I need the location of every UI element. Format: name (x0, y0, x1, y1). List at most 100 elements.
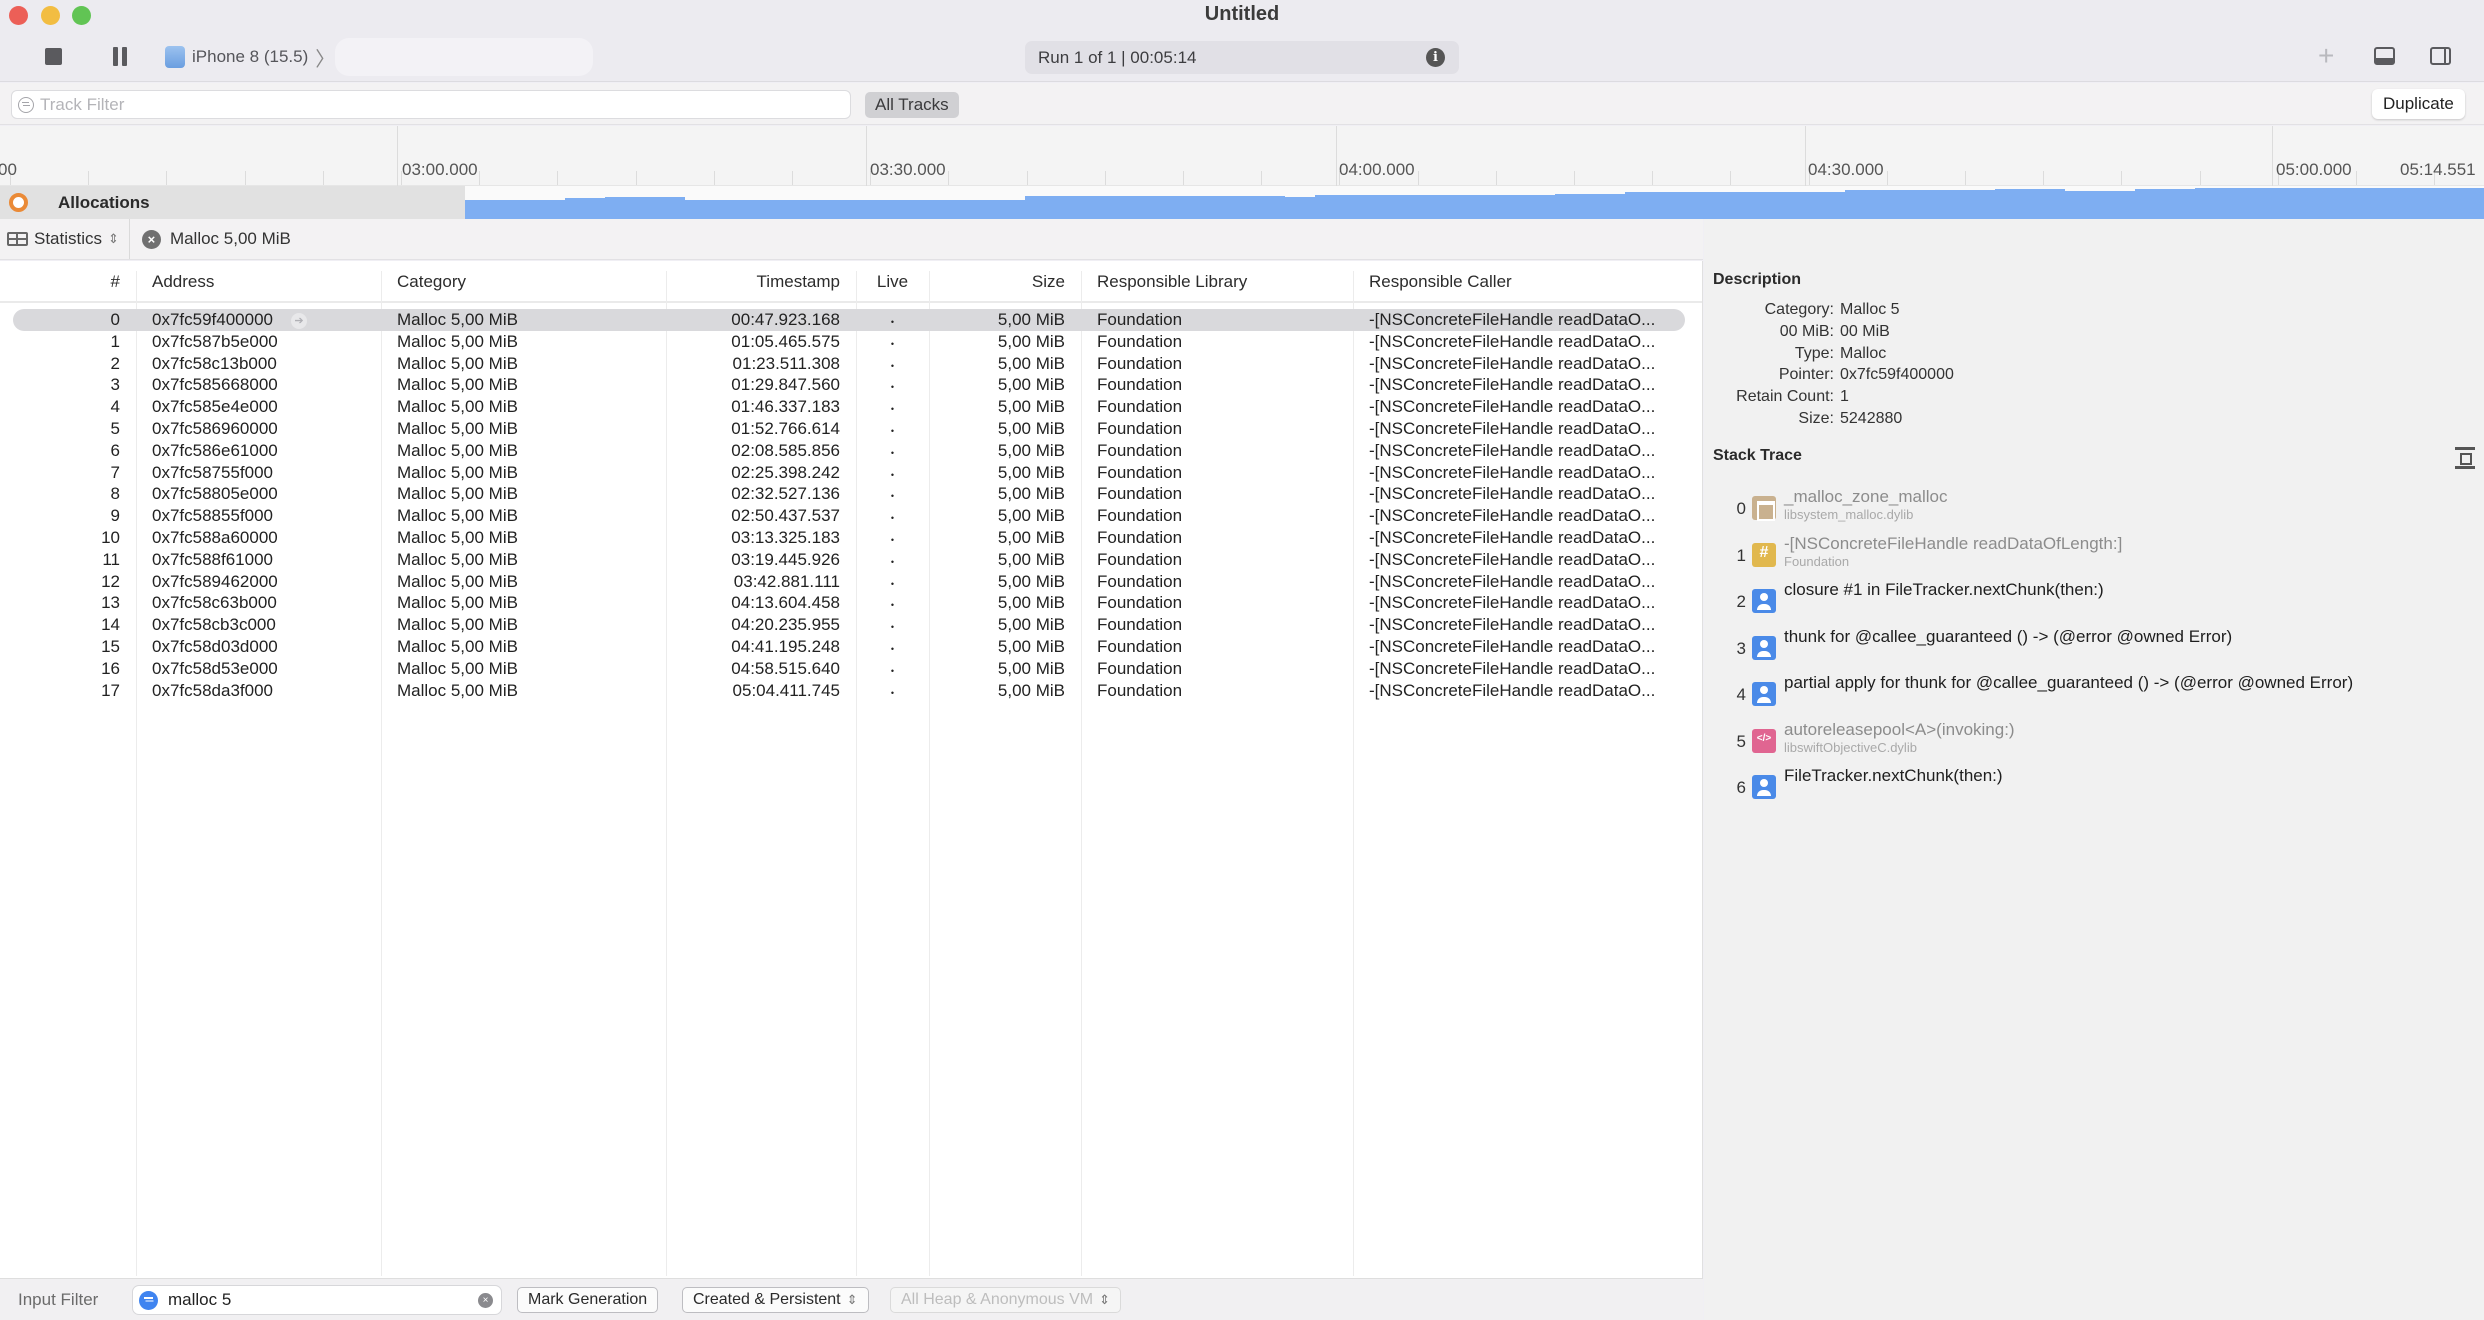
cell-category: Malloc 5,00 MiB (382, 309, 665, 331)
cell-number-text: 15 (101, 637, 120, 656)
track-filter-input[interactable] (40, 94, 820, 115)
stack-frame[interactable]: 4 partial apply for thunk for @callee_gua… (1704, 673, 2484, 717)
device-selector[interactable]: iPhone 8 (15.5) 〉 (165, 44, 335, 71)
track-filter-bar: All Tracks Duplicate (0, 83, 2484, 125)
input-filter-field[interactable]: × (132, 1285, 502, 1315)
table-row[interactable]: 6 0x7fc586e61000 Malloc 5,00 MiB 02:08.585.… (0, 440, 1702, 462)
table-row[interactable]: 17 0x7fc58da3f000 Malloc 5,00 MiB 05:04.411… (0, 680, 1702, 702)
cell-address: 0x7fc59f400000 ➔ (137, 309, 380, 331)
stack-frame[interactable]: 5 autoreleasepool<A>(invoking:)libswiftOb… (1704, 720, 2484, 764)
cell-library: Foundation (1082, 374, 1352, 396)
pause-recording-button[interactable] (112, 47, 128, 66)
cell-caller-text: -[NSConcreteFileHandle readDataO... (1369, 331, 1656, 351)
input-filter-input[interactable] (168, 1290, 468, 1310)
cell-number: 8 (0, 483, 135, 505)
cell-category-text: Malloc 5,00 MiB (397, 484, 518, 504)
user-code-icon (1752, 775, 1776, 799)
track-header[interactable]: Allocations (0, 186, 465, 219)
add-instrument-button[interactable]: + (2318, 40, 2334, 72)
cell-size-text: 5,00 MiB (997, 440, 1065, 460)
frame-symbol: closure #1 in FileTracker.nextChunk(then… (1784, 580, 2104, 599)
column-header-library[interactable]: Responsible Library (1082, 261, 1352, 303)
view-mode-selector[interactable]: Statistics ⇕ (0, 219, 130, 259)
stack-frame[interactable]: 2 closure #1 in FileTracker.nextChunk(the… (1704, 580, 2484, 624)
cell-category-text: Malloc 5,00 MiB (397, 419, 518, 438)
cell-address: 0x7fc58855f000 (137, 505, 380, 527)
cell-caller: -[NSConcreteFileHandle readDataO... (1354, 571, 1694, 593)
table-row[interactable]: 14 0x7fc58cb3c000 Malloc 5,00 MiB 04:20.235… (0, 614, 1702, 636)
cell-address: 0x7fc58c63b000 (137, 592, 380, 614)
cell-size-text: 5,00 MiB (997, 506, 1065, 526)
table-icon (7, 232, 28, 246)
cell-live-text: • (890, 317, 895, 327)
info-icon[interactable]: i (1426, 48, 1445, 67)
stack-frame[interactable]: 1 -[NSConcreteFileHandle readDataOfLength… (1704, 534, 2484, 578)
cell-library: Foundation (1082, 396, 1352, 418)
cell-size: 5,00 MiB (930, 440, 1080, 462)
table-row[interactable]: 5 0x7fc586960000 Malloc 5,00 MiB 01:52.766.… (0, 418, 1702, 440)
table-row[interactable]: 7 0x7fc58755f000 Malloc 5,00 MiB 02:25.398.… (0, 462, 1702, 484)
cell-address-text: 0x7fc587b5e000 (152, 331, 278, 351)
cell-category-text: Malloc 5,00 MiB (397, 506, 518, 526)
cell-library-text: Foundation (1097, 440, 1183, 460)
table-row[interactable]: 4 0x7fc585e4e000 Malloc 5,00 MiB 01:46.337.… (0, 396, 1702, 418)
mark-generation-button[interactable]: Mark Generation (517, 1287, 659, 1313)
column-header-address[interactable]: Address (137, 261, 380, 303)
cell-live-text: • (890, 665, 895, 676)
table-row[interactable]: 11 0x7fc588f61000 Malloc 5,00 MiB 03:19.445… (0, 549, 1702, 571)
duplicate-button[interactable]: Duplicate (2372, 89, 2465, 119)
cell-caller: -[NSConcreteFileHandle readDataO... (1354, 396, 1694, 418)
table-row[interactable]: 2 0x7fc58c13b000 Malloc 5,00 MiB 01:23.511.… (0, 353, 1702, 375)
stack-frame[interactable]: 0 _malloc_zone_malloc libsystem_malloc.dyl… (1704, 487, 2484, 531)
table-row[interactable]: 0 0x7fc59f400000 ➔ Malloc 5,00 MiB 00:47.923… (0, 309, 1702, 331)
toggle-bottom-panel-button[interactable] (2374, 47, 2395, 65)
column-header-caller[interactable]: Responsible Caller (1354, 261, 1694, 303)
all-tracks-button[interactable]: All Tracks (865, 92, 959, 118)
cell-caller: -[NSConcreteFileHandle readDataO... (1354, 374, 1694, 396)
table-row[interactable]: 9 0x7fc58855f000 Malloc 5,00 MiB 02:50.437.… (0, 505, 1702, 527)
cell-live-text: • (890, 360, 895, 371)
table-row[interactable]: 1 0x7fc587b5e000 Malloc 5,00 MiB 01:05.465.… (0, 331, 1702, 353)
column-header-live[interactable]: Live (857, 261, 928, 303)
cell-caller: -[NSConcreteFileHandle readDataO... (1354, 418, 1694, 440)
cell-library-text: Foundation (1097, 680, 1183, 700)
toggle-inspector-button[interactable] (2430, 47, 2451, 65)
remove-filter-icon[interactable]: × (141, 229, 161, 249)
cell-number-text: 6 (110, 440, 120, 460)
cell-category: Malloc 5,00 MiB (382, 527, 665, 549)
lifespan-select[interactable]: Created & Persistent ⇕ (682, 1287, 869, 1313)
table-row[interactable]: 15 0x7fc58d03d000 Malloc 5,00 MiB 04:41.195… (0, 636, 1702, 658)
cell-library-text: Foundation (1097, 549, 1183, 569)
table-row[interactable]: 16 0x7fc58d53e000 Malloc 5,00 MiB 04:58.515… (0, 658, 1702, 680)
cell-number: 13 (0, 592, 135, 614)
column-header-category[interactable]: Category (382, 261, 665, 303)
table-row[interactable]: 10 0x7fc588a60000 Malloc 5,00 MiB 03:13.325… (0, 527, 1702, 549)
cell-category: Malloc 5,00 MiB (382, 396, 665, 418)
column-header-number[interactable]: # (0, 261, 135, 303)
stop-recording-button[interactable] (45, 48, 62, 65)
target-process-selector[interactable] (335, 38, 593, 76)
table-row[interactable]: 13 0x7fc58c63b000 Malloc 5,00 MiB 04:13.604… (0, 592, 1702, 614)
stack-frame[interactable]: 3 thunk for @callee_guaranteed () -> (@er… (1704, 627, 2484, 671)
cell-number-text: 17 (101, 680, 120, 700)
timeline-ruler[interactable]: 00 03:00.000 03:30.000 04:00.000 04:30.000 05… (0, 126, 2484, 186)
column-header-size[interactable]: Size (930, 261, 1080, 303)
timeline-minor-tick (1730, 171, 1731, 185)
stack-frame[interactable]: 6 FileTracker.nextChunk(then:) (1704, 766, 2484, 810)
go-to-arrow-icon[interactable]: ➔ (291, 312, 307, 329)
breadcrumb-label[interactable]: Malloc 5,00 MiB (170, 229, 291, 249)
cell-address: 0x7fc58c13b000 (137, 353, 380, 375)
cell-size-text: 5,00 MiB (997, 353, 1065, 373)
table-row[interactable]: 3 0x7fc585668000 Malloc 5,00 MiB 01:29.847.… (0, 374, 1702, 396)
cell-caller: -[NSConcreteFileHandle readDataO... (1354, 592, 1694, 614)
cell-number: 6 (0, 440, 135, 462)
table-row[interactable]: 8 0x7fc58805e000 Malloc 5,00 MiB 02:32.527.… (0, 483, 1702, 505)
column-header-timestamp[interactable]: Timestamp (667, 261, 855, 303)
table-row[interactable]: 12 0x7fc589462000 Malloc 5,00 MiB 03:42.881… (0, 571, 1702, 593)
allocations-track[interactable]: Allocations (0, 186, 2484, 219)
track-filter-field[interactable] (11, 90, 851, 119)
cell-timestamp: 02:50.437.537 (667, 505, 855, 527)
filter-icon[interactable] (139, 1290, 158, 1310)
collapse-stack-icon[interactable] (2455, 447, 2475, 469)
clear-filter-icon[interactable]: × (478, 1293, 493, 1308)
